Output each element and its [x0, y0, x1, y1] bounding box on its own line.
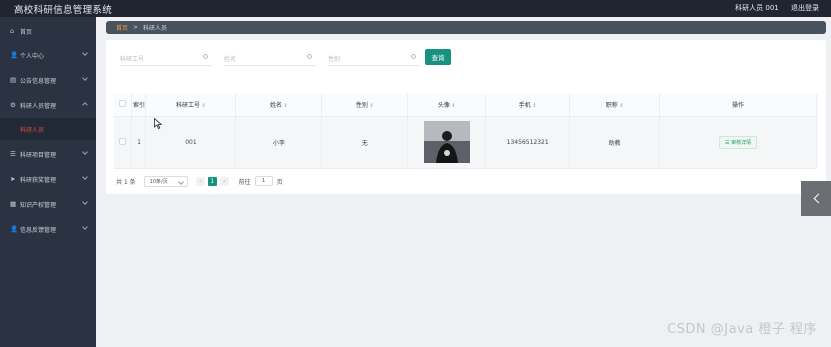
- sidebar-item-announcements[interactable]: ▤ 公告信息管理: [0, 68, 96, 92]
- sidebar-item-projects[interactable]: ☰ 科研项目管理: [0, 142, 96, 166]
- sidebar-subitem-researcher[interactable]: 科研人员: [0, 118, 96, 140]
- col-actions-header: 操作: [659, 94, 817, 117]
- breadcrumb-current: 科研人员: [143, 25, 168, 32]
- page-size-select[interactable]: 10条/页: [143, 175, 188, 187]
- row-actions-cell: ☰ 审核详情: [659, 116, 817, 169]
- sidebar-item-feedback[interactable]: 👤 信息反馈管理: [0, 217, 96, 241]
- row-name: 小李: [235, 116, 323, 169]
- chevron-down-icon: [82, 149, 88, 155]
- chevron-down-icon: [82, 199, 88, 205]
- goto-label: 前往: [238, 178, 251, 186]
- avatar-image[interactable]: [423, 121, 470, 163]
- page-unit-label: 页: [276, 178, 283, 186]
- row-gender: 无: [321, 116, 409, 169]
- sidebar-item-ip[interactable]: ▦ 知识产权管理: [0, 192, 96, 216]
- chevron-left-icon: [813, 193, 823, 204]
- sidebar-item-label: 首页: [20, 28, 33, 36]
- breadcrumb-separator: >: [133, 24, 139, 31]
- book-icon: ▦: [10, 200, 17, 208]
- content-panel: 科研工号 姓名 性别 查询 索引 科研工号 姓名 性别 头像 手机 职称 操作: [106, 40, 826, 194]
- row-title: 助教: [569, 116, 661, 169]
- sidebar-item-awards[interactable]: ➤ 科研获奖管理: [0, 167, 96, 191]
- sidebar-item-home[interactable]: ⌂ 首页: [0, 19, 96, 43]
- pagination: 共 1 条 10条/页 ‹ 1 › 前往 1 页: [116, 175, 283, 187]
- gear-icon: ⚙: [10, 101, 16, 109]
- page-number-current[interactable]: 1: [207, 176, 217, 186]
- sidebar-item-label: 信息反馈管理: [20, 226, 57, 234]
- sidebar-item-label: 知识产权管理: [20, 201, 57, 209]
- review-detail-label: 审核详情: [731, 139, 752, 146]
- row-avatar-cell: [407, 116, 487, 169]
- researcher-table: 索引 科研工号 姓名 性别 头像 手机 职称 操作 1 001 小李 无: [114, 94, 817, 169]
- user-icon: 👤: [10, 225, 19, 233]
- select-all-checkbox[interactable]: [119, 100, 127, 108]
- row-checkbox[interactable]: [119, 137, 127, 145]
- search-icon: [411, 54, 416, 59]
- row-phone: 13456512321: [485, 116, 571, 169]
- mouse-cursor-icon: [154, 118, 162, 129]
- select-all-header[interactable]: [114, 94, 133, 117]
- bank-icon: ▤: [10, 76, 17, 84]
- col-staff-no-header[interactable]: 科研工号: [145, 94, 237, 117]
- name-search-input[interactable]: 姓名: [224, 52, 316, 66]
- name-placeholder: 姓名: [224, 56, 237, 63]
- col-gender-header[interactable]: 性别: [321, 94, 409, 117]
- home-icon: ⌂: [10, 27, 15, 35]
- top-bar: 高校科研信息管理系统 科研人员 001 退出登录: [0, 0, 831, 17]
- breadcrumb-home[interactable]: 首页: [116, 23, 128, 32]
- gender-placeholder: 性别: [328, 56, 341, 63]
- sidebar-item-label: 个人中心: [20, 52, 45, 60]
- sidebar-item-researchers[interactable]: ⚙ 科研人员管理: [0, 93, 96, 117]
- table-row: 1 001 小李 无 13456512321 助教 ☰ 审核详情: [114, 116, 817, 169]
- logout-link[interactable]: 退出登录: [791, 4, 819, 12]
- staff-no-search-input[interactable]: 科研工号: [120, 52, 212, 66]
- review-detail-button[interactable]: ☰ 审核详情: [718, 135, 758, 149]
- table-header-row: 索引 科研工号 姓名 性别 头像 手机 职称 操作: [114, 94, 817, 117]
- search-icon: [307, 54, 312, 59]
- query-button[interactable]: 查询: [425, 49, 451, 65]
- chevron-down-icon: [82, 174, 88, 180]
- send-icon: ➤: [10, 175, 16, 183]
- sidebar-item-label: 公告信息管理: [20, 77, 57, 85]
- sidebar-item-personal-center[interactable]: 👤 个人中心: [0, 43, 96, 67]
- sidebar: ⌂ 首页 👤 个人中心 ▤ 公告信息管理 ⚙ 科研人员管理 科研人员 ☰ 科研项…: [0, 17, 96, 347]
- current-user-label[interactable]: 科研人员 001: [735, 4, 779, 12]
- prev-page-button[interactable]: ‹: [195, 176, 205, 186]
- sidebar-item-label: 科研项目管理: [20, 151, 57, 159]
- total-count: 共 1 条: [116, 178, 136, 186]
- goto-page-input[interactable]: 1: [254, 176, 273, 186]
- col-index-header: 索引: [131, 94, 147, 117]
- top-right-actions: 科研人员 001 退出登录: [725, 3, 819, 13]
- chevron-down-icon: [82, 224, 88, 230]
- collapse-panel-button[interactable]: [801, 181, 831, 216]
- col-title-header[interactable]: 职称: [569, 94, 661, 117]
- row-select-cell[interactable]: [114, 116, 133, 169]
- sidebar-item-label: 科研获奖管理: [20, 176, 57, 184]
- col-name-header[interactable]: 姓名: [235, 94, 323, 117]
- chevron-up-icon: [82, 102, 88, 108]
- col-avatar-header[interactable]: 头像: [407, 94, 487, 117]
- gender-search-input[interactable]: 性别: [328, 52, 420, 66]
- breadcrumb: 首页 > 科研人员: [106, 21, 826, 34]
- staff-no-placeholder: 科研工号: [120, 56, 145, 63]
- sidebar-item-label: 科研人员管理: [20, 102, 57, 110]
- app-title: 高校科研信息管理系统: [14, 5, 113, 16]
- chevron-down-icon: [82, 50, 88, 56]
- col-phone-header[interactable]: 手机: [485, 94, 571, 117]
- row-index: 1: [131, 116, 147, 169]
- search-icon: [203, 54, 208, 59]
- next-page-button[interactable]: ›: [219, 176, 229, 186]
- chevron-down-icon: [82, 75, 88, 81]
- watermark: CSDN @Java 橙子 程序: [667, 322, 817, 337]
- person-icon: 👤: [10, 51, 19, 59]
- list-icon: ☰: [10, 150, 16, 158]
